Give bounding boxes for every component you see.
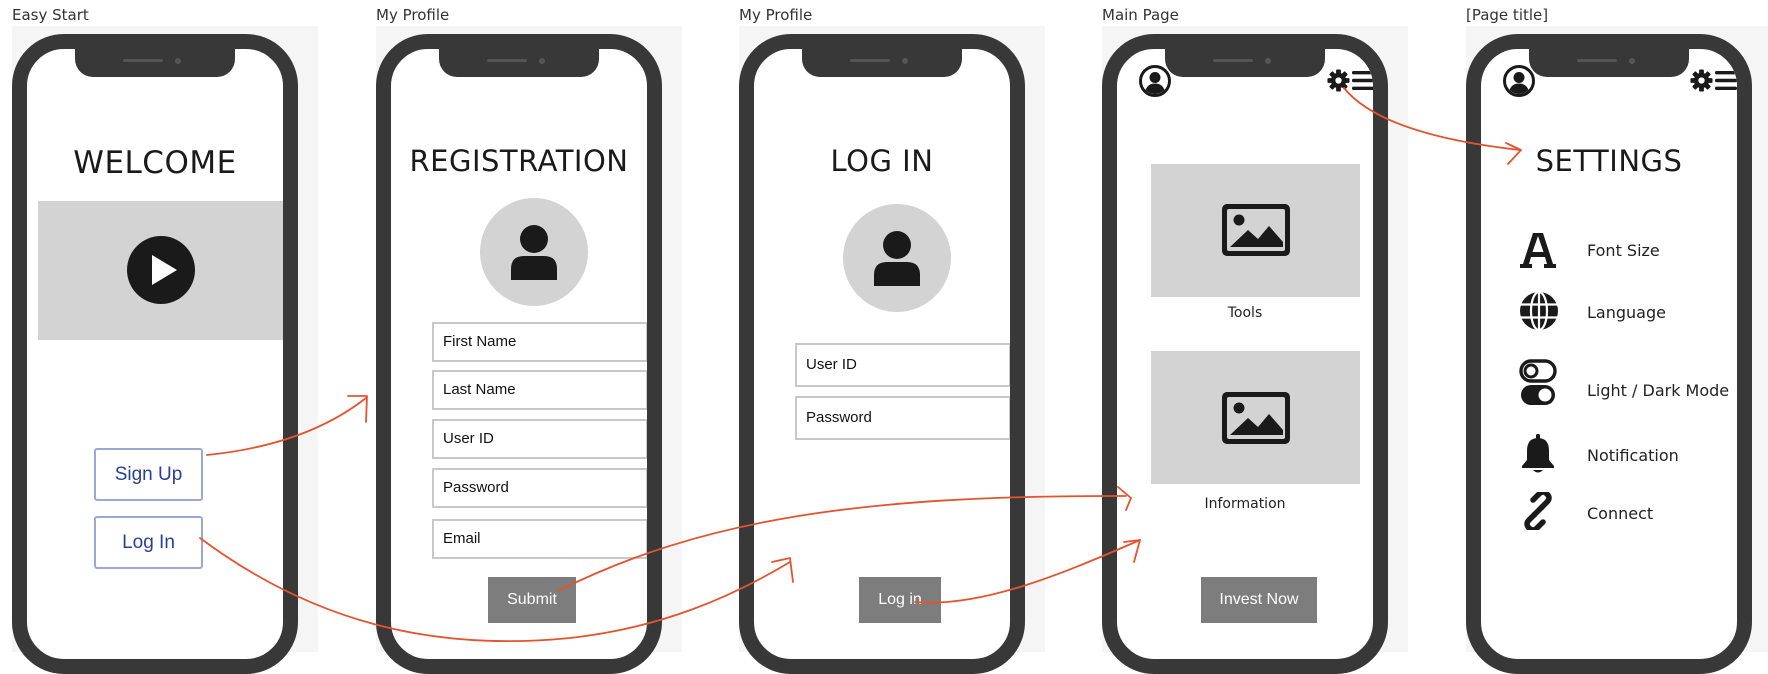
phone-login: LOG IN User ID Password Log in	[739, 34, 1025, 674]
frame-label-settings: [Page title]	[1466, 6, 1549, 24]
setting-light-dark-mode[interactable]: Light / Dark Mode	[1519, 359, 1737, 413]
image-icon	[1222, 204, 1290, 256]
phone-notch	[1529, 49, 1689, 77]
log-in-submit-button[interactable]: Log in	[859, 577, 941, 623]
password-field[interactable]: Password	[432, 468, 647, 508]
gear-icon[interactable]	[1690, 69, 1713, 92]
frame-label-registration: My Profile	[376, 6, 450, 24]
setting-label: Language	[1587, 303, 1666, 322]
user-id-field[interactable]: User ID	[795, 343, 1010, 387]
registration-title: REGISTRATION	[409, 144, 629, 178]
phone-notch	[75, 49, 235, 77]
welcome-title: WELCOME	[73, 145, 237, 181]
information-caption: Information	[1204, 496, 1286, 512]
user-icon	[874, 231, 920, 286]
frame-label-easy-start: Easy Start	[12, 6, 89, 24]
email-field[interactable]: Email	[432, 519, 647, 559]
login-title: LOG IN	[830, 144, 934, 178]
first-name-field[interactable]: First Name	[432, 322, 647, 362]
profile-icon[interactable]	[1139, 65, 1171, 97]
phone-registration: REGISTRATION First Name Last Name User I…	[376, 34, 662, 674]
video-placeholder[interactable]	[38, 201, 283, 340]
phone-notch	[802, 49, 962, 77]
phone-settings: SETTINGS Font Size Language Light / Dark…	[1466, 34, 1752, 674]
setting-connect[interactable]: Connect	[1519, 492, 1737, 536]
log-in-button[interactable]: Log In	[94, 516, 203, 569]
tools-image-placeholder[interactable]	[1151, 164, 1360, 297]
play-icon[interactable]	[127, 236, 195, 304]
setting-label: Notification	[1587, 446, 1679, 465]
password-field[interactable]: Password	[795, 396, 1010, 440]
menu-icon[interactable]	[1352, 71, 1374, 90]
image-icon	[1222, 392, 1290, 444]
arrowhead	[347, 395, 368, 423]
sign-up-button[interactable]: Sign Up	[94, 448, 203, 501]
phone-notch	[439, 49, 599, 77]
avatar	[843, 204, 951, 312]
setting-label: Font Size	[1587, 241, 1660, 260]
gear-icon[interactable]	[1327, 69, 1350, 92]
user-id-field[interactable]: User ID	[432, 419, 647, 459]
avatar	[480, 198, 588, 306]
toggle-icon	[1519, 359, 1557, 405]
link-icon	[1524, 492, 1552, 530]
setting-font-size[interactable]: Font Size	[1519, 229, 1737, 273]
user-icon	[511, 225, 557, 280]
profile-icon[interactable]	[1503, 65, 1535, 97]
last-name-field[interactable]: Last Name	[432, 370, 647, 410]
tools-caption: Tools	[1227, 305, 1263, 321]
menu-icon[interactable]	[1715, 71, 1737, 90]
phone-main-page: Tools Information Invest Now	[1102, 34, 1388, 674]
information-image-placeholder[interactable]	[1151, 351, 1360, 484]
phone-notch	[1165, 49, 1325, 77]
submit-button[interactable]: Submit	[488, 577, 576, 623]
invest-now-button[interactable]: Invest Now	[1201, 577, 1317, 623]
globe-icon	[1520, 291, 1558, 331]
bell-icon	[1522, 434, 1554, 473]
frame-label-main-page: Main Page	[1102, 6, 1179, 24]
frame-label-login: My Profile	[739, 6, 813, 24]
setting-label: Connect	[1587, 504, 1654, 523]
setting-notification[interactable]: Notification	[1519, 434, 1737, 478]
font-size-icon	[1520, 233, 1556, 268]
settings-title: SETTINGS	[1535, 144, 1683, 178]
setting-label: Light / Dark Mode	[1587, 381, 1730, 400]
phone-easy-start: WELCOME Sign Up Log In	[12, 34, 298, 674]
setting-language[interactable]: Language	[1519, 291, 1737, 335]
